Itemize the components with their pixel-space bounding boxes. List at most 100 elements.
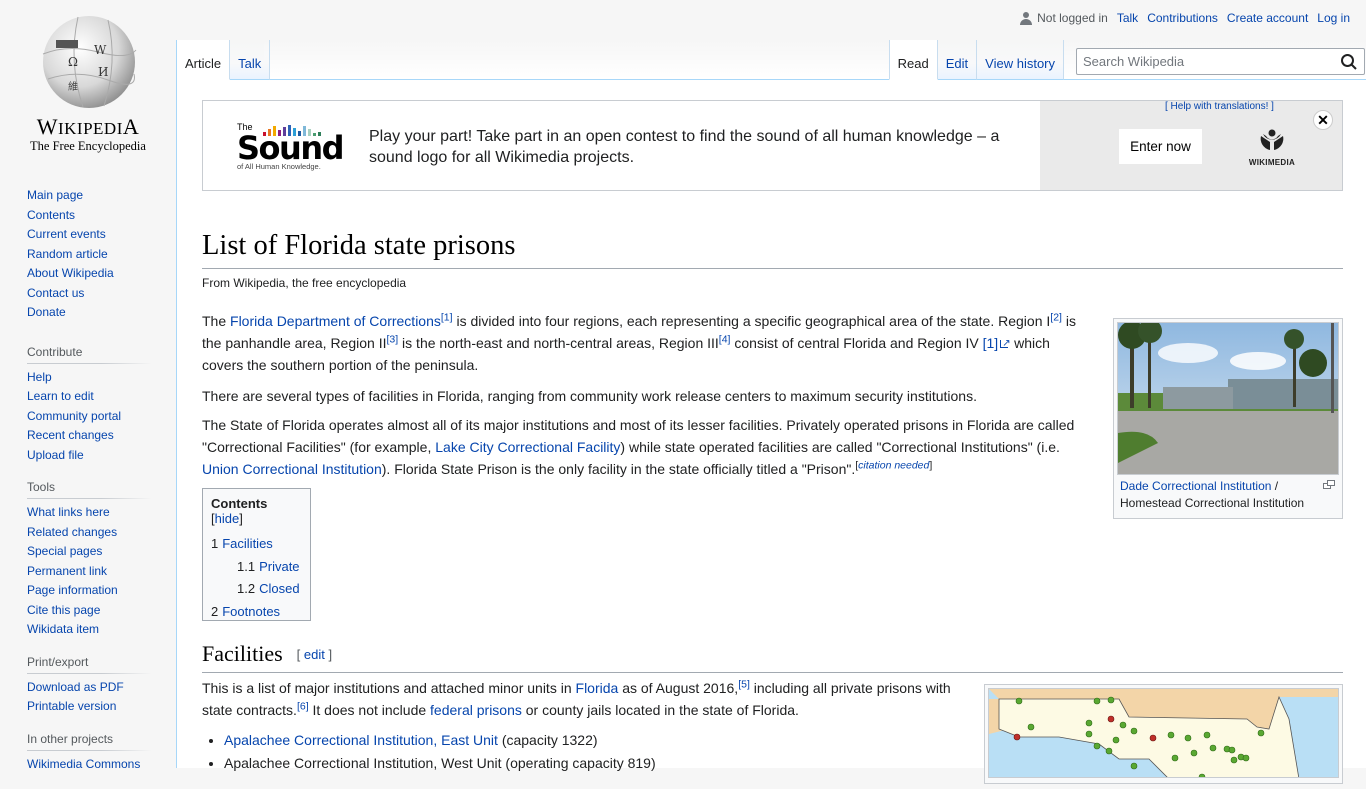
sidebar-item-page-information[interactable]: Page information [27, 583, 118, 597]
svg-text:Ω: Ω [68, 55, 78, 69]
sidebar-heading-tools: Tools [27, 480, 151, 499]
sidebar-item-wikimedia-commons[interactable]: Wikimedia Commons [27, 757, 140, 771]
puzzle-globe-icon: Ω W И 維 [42, 16, 137, 108]
personal-tools: Not logged in Talk Contributions Create … [1011, 11, 1350, 25]
tab-read[interactable]: Read [888, 40, 938, 80]
log-in-link[interactable]: Log in [1317, 11, 1350, 25]
homestead-ci-text: Homestead Correctional Institution [1120, 496, 1305, 510]
sidebar-item-permanent-link[interactable]: Permanent link [27, 564, 107, 578]
sidebar-item-printable-version[interactable]: Printable version [27, 699, 116, 713]
external-link-1[interactable]: [1] [983, 333, 1011, 355]
sidebar-item-download-pdf[interactable]: Download as PDF [27, 680, 124, 694]
sidebar-item-random-article[interactable]: Random article [27, 247, 108, 261]
sidebar-item-special-pages[interactable]: Special pages [27, 544, 102, 558]
search-box [1076, 48, 1365, 75]
view-tabs: Read Edit View history [888, 40, 1064, 80]
sidebar-print-export: Print/export Download as PDF Printable v… [27, 654, 151, 717]
sidebar-navigation: Main page Contents Current events Random… [27, 186, 151, 323]
sidebar-item-learn-to-edit[interactable]: Learn to edit [27, 389, 94, 403]
sidebar-item-upload-file[interactable]: Upload file [27, 448, 84, 462]
toc-item-facilities[interactable]: 1 Facilities [211, 536, 273, 551]
svg-text:維: 維 [68, 80, 78, 93]
user-talk-link[interactable]: Talk [1117, 11, 1138, 25]
sidebar-item-donate[interactable]: Donate [27, 305, 66, 319]
sidebar-heading-print-export: Print/export [27, 654, 151, 674]
tab-edit[interactable]: Edit [937, 40, 978, 80]
reference-2[interactable]: [2] [1050, 311, 1062, 323]
apalachee-east-link[interactable]: Apalachee Correctional Institution, East… [224, 732, 498, 748]
sidebar-heading-contribute: Contribute [27, 344, 151, 364]
svg-text:И: И [98, 65, 108, 79]
union-ci-link[interactable]: Union Correctional Institution [202, 461, 382, 477]
user-icon [1020, 11, 1033, 25]
florida-prisons-map-thumbnail [984, 684, 1343, 784]
tab-talk[interactable]: Talk [230, 40, 271, 80]
federal-prisons-link[interactable]: federal prisons [430, 702, 522, 718]
section-heading-facilities: Facilities[ edit ] [202, 639, 1343, 673]
sidebar-item-what-links-here[interactable]: What links here [27, 505, 110, 519]
sidebar-item-recent-changes[interactable]: Recent changes [27, 428, 114, 442]
reference-6[interactable]: [6] [297, 700, 309, 712]
sidebar-item-contents[interactable]: Contents [27, 208, 75, 222]
search-icon[interactable] [1340, 53, 1358, 71]
enlarge-icon[interactable] [1323, 480, 1335, 489]
sidebar-item-contact-us[interactable]: Contact us [27, 286, 84, 300]
namespace-tabs: Article Talk [176, 40, 271, 80]
sidebar-item-cite-this-page[interactable]: Cite this page [27, 603, 100, 617]
sidebar-item-help[interactable]: Help [27, 370, 52, 384]
reference-1[interactable]: [1] [441, 311, 453, 323]
facilities-list: Apalachee Correctional Institution, East… [202, 729, 656, 775]
sidebar-tools: Tools What links here Related changes Sp… [27, 480, 151, 640]
dade-ci-link[interactable]: Dade Correctional Institution [1120, 479, 1271, 493]
sidebar: Main page Contents Current events Random… [0, 180, 176, 789]
tab-view-history[interactable]: View history [977, 40, 1064, 80]
search-input[interactable] [1077, 49, 1317, 74]
list-item: Apalachee Correctional Institution, West… [224, 752, 656, 775]
dade-ci-photo[interactable] [1117, 322, 1339, 475]
svg-text:W: W [94, 43, 107, 57]
sidebar-contribute: Contribute Help Learn to edit Community … [27, 344, 151, 466]
florida-link[interactable]: Florida [576, 680, 619, 696]
toc-hide-toggle[interactable]: hide [215, 511, 240, 526]
wikimedia-wordmark: WIKIMEDIA [1248, 158, 1296, 167]
table-of-contents: Contents [hide] 1 Facilities 1.1 Private 1… [202, 488, 311, 621]
banner-message: Play your part! Take part in an open con… [369, 128, 1000, 166]
toc-item-footnotes[interactable]: 2 Footnotes [211, 604, 280, 619]
site-sub: From Wikipedia, the free encyclopedia [202, 276, 407, 290]
toc-item-private[interactable]: 1.1 Private [237, 559, 300, 574]
wikipedia-logo[interactable]: Ω W И 維 WIKIPEDIA The Free Encyclopedia [0, 0, 176, 160]
page-title: List of Florida state prisons [202, 227, 1343, 269]
tab-article[interactable]: Article [177, 40, 231, 80]
enter-now-button[interactable]: Enter now [1119, 129, 1202, 164]
intro-paragraph-2: There are several types of facilities in… [202, 388, 977, 404]
tab-spacer [264, 40, 896, 80]
sidebar-item-about-wikipedia[interactable]: About Wikipedia [27, 266, 114, 280]
lake-city-cf-link[interactable]: Lake City Correctional Facility [435, 439, 620, 455]
florida-prisons-map[interactable] [988, 688, 1339, 778]
reference-5[interactable]: [5] [738, 678, 750, 690]
facilities-paragraph: This is a list of major institutions and… [202, 678, 951, 718]
page-tabs: Article Talk Read Edit View history [176, 40, 1366, 80]
create-account-link[interactable]: Create account [1227, 11, 1308, 25]
edit-section-link[interactable]: edit [304, 647, 325, 662]
sound-logo-subtitle: of All Human Knowledge. [237, 162, 321, 171]
wikimedia-icon [1260, 129, 1284, 150]
central-notice-banner: The Sound of All Human Knowledge. Play y… [202, 100, 1343, 191]
florida-doc-link[interactable]: Florida Department of Corrections [230, 313, 441, 329]
sidebar-item-community-portal[interactable]: Community portal [27, 409, 121, 423]
reference-3[interactable]: [3] [386, 333, 398, 345]
close-banner-button[interactable]: ✕ [1313, 110, 1333, 130]
banner-action-panel: [ Help with translations! ] Enter now WI… [1040, 101, 1342, 190]
contributions-link[interactable]: Contributions [1147, 11, 1218, 25]
toc-title: Contents [hide] [211, 496, 268, 526]
sidebar-item-wikidata-item[interactable]: Wikidata item [27, 622, 99, 636]
sidebar-item-current-events[interactable]: Current events [27, 227, 106, 241]
help-translations-link[interactable]: [ Help with translations! ] [1165, 101, 1274, 112]
toc-item-closed[interactable]: 1.2 Closed [237, 581, 300, 596]
content-area: The Sound of All Human Knowledge. Play y… [176, 80, 1366, 784]
reference-4[interactable]: [4] [719, 333, 731, 345]
sidebar-item-main-page[interactable]: Main page [27, 188, 83, 202]
wikipedia-wordmark: WIKIPEDIA [36, 114, 140, 139]
sidebar-item-related-changes[interactable]: Related changes [27, 525, 117, 539]
citation-needed-link[interactable]: citation needed [858, 459, 929, 471]
